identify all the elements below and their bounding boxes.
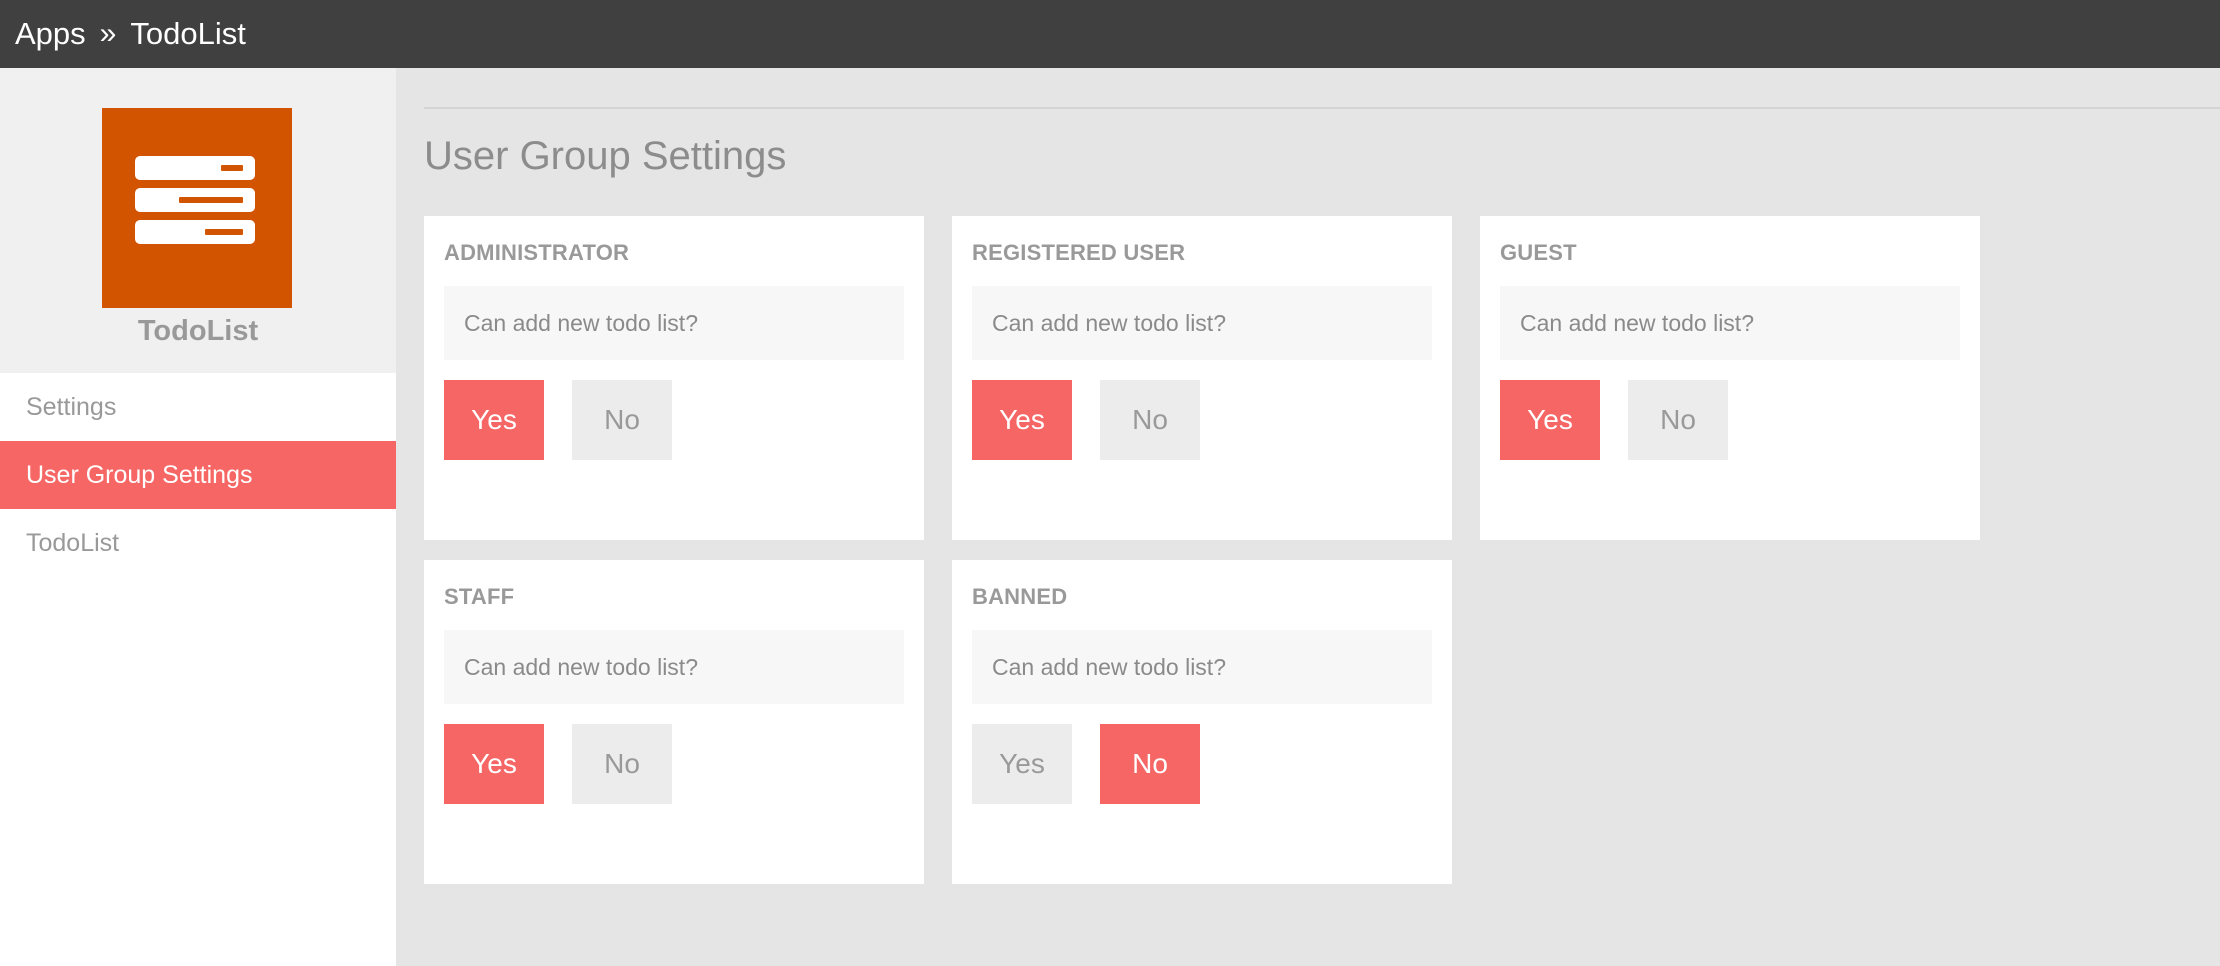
sidebar-app-header: TodoList	[0, 68, 396, 373]
group-card-banned: BANNED Can add new todo list? Yes No	[952, 560, 1452, 884]
breadcrumb-separator-icon: »	[99, 17, 117, 50]
group-name: GUEST	[1500, 240, 1577, 265]
yes-button[interactable]: Yes	[444, 724, 544, 804]
yes-button[interactable]: Yes	[972, 724, 1072, 804]
logo-row	[135, 188, 255, 212]
permission-question: Can add new todo list?	[1500, 286, 1960, 360]
sidebar-item-todolist[interactable]: TodoList	[0, 509, 396, 577]
page-title: User Group Settings	[424, 134, 787, 178]
server-rack-icon	[102, 108, 292, 308]
breadcrumb-apps[interactable]: Apps	[15, 16, 86, 52]
permission-question: Can add new todo list?	[972, 286, 1432, 360]
no-button[interactable]: No	[1628, 380, 1728, 460]
breadcrumb-todolist[interactable]: TodoList	[130, 16, 245, 52]
group-name: REGISTERED USER	[972, 240, 1186, 265]
group-card-guest: GUEST Can add new todo list? Yes No	[1480, 216, 1980, 540]
group-name: ADMINISTRATOR	[444, 240, 630, 265]
sidebar-item-user-group-settings[interactable]: User Group Settings	[0, 441, 396, 509]
yes-button[interactable]: Yes	[444, 380, 544, 460]
main-content: User Group Settings ADMINISTRATOR Can ad…	[396, 68, 2220, 966]
group-name: BANNED	[972, 584, 1068, 609]
yes-button[interactable]: Yes	[972, 380, 1072, 460]
sidebar: TodoList Settings User Group Settings To…	[0, 68, 396, 966]
no-button[interactable]: No	[1100, 724, 1200, 804]
group-card-registered-user: REGISTERED USER Can add new todo list? Y…	[952, 216, 1452, 540]
top-bar: Apps » TodoList	[0, 0, 2220, 68]
no-button[interactable]: No	[572, 380, 672, 460]
permission-question: Can add new todo list?	[972, 630, 1432, 704]
no-button[interactable]: No	[572, 724, 672, 804]
sidebar-item-settings[interactable]: Settings	[0, 373, 396, 441]
yes-button[interactable]: Yes	[1500, 380, 1600, 460]
app-name: TodoList	[137, 315, 259, 347]
logo-row	[135, 220, 255, 244]
group-card-administrator: ADMINISTRATOR Can add new todo list? Yes…	[424, 216, 924, 540]
permission-question: Can add new todo list?	[444, 286, 904, 360]
logo-row	[135, 156, 255, 180]
no-button[interactable]: No	[1100, 380, 1200, 460]
group-card-staff: STAFF Can add new todo list? Yes No	[424, 560, 924, 884]
divider	[424, 107, 2220, 109]
group-name: STAFF	[444, 584, 515, 609]
permission-question: Can add new todo list?	[444, 630, 904, 704]
